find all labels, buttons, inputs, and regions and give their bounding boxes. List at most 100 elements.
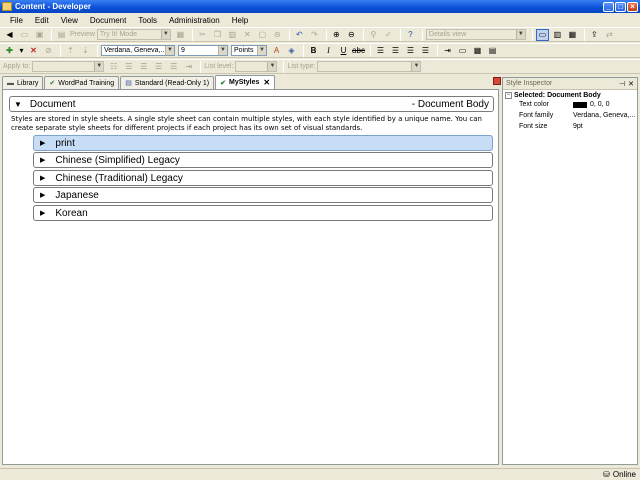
view-select[interactable]: Details view ▼ — [425, 29, 526, 40]
format-toolbar: ✚ ▾ ✕ ⊘ ⇡ ⇣ Verdana, Geneva,... ▼ 9 ▼ Po… — [0, 43, 640, 58]
justify-icon[interactable]: ☰ — [167, 61, 180, 73]
back-icon[interactable]: ◀ — [3, 29, 16, 41]
cut-icon[interactable]: ✂ — [196, 29, 209, 41]
paste-icon[interactable]: ▥ — [226, 29, 239, 41]
undo-icon[interactable]: ↶ — [293, 29, 306, 41]
delete-icon[interactable]: ✕ — [27, 45, 40, 57]
align-left-icon[interactable]: ☰ — [374, 45, 387, 57]
align-left-icon[interactable]: ☰ — [122, 61, 135, 73]
menu-administration[interactable]: Administration — [163, 16, 226, 25]
style-row-japanese[interactable]: ▶ Japanese — [33, 187, 493, 203]
inspector-header: Style Inspector ⊣ ✕ — [503, 78, 637, 90]
bold-icon[interactable]: B — [307, 45, 320, 57]
tab-wordpad-training[interactable]: ✔ WordPad Training — [44, 76, 120, 89]
layout-single-icon[interactable]: ▭ — [535, 28, 549, 41]
list-type-label: List type: — [287, 63, 316, 70]
align-center-icon[interactable]: ☰ — [137, 61, 150, 73]
indent-icon[interactable]: ⇥ — [441, 45, 454, 57]
preview-icon[interactable]: ▤ — [55, 29, 68, 41]
inspector-row-font-family: Font family Verdana, Geneva,... — [503, 110, 637, 121]
minimize-button[interactable]: _ — [603, 1, 614, 12]
mode-select[interactable]: Try It! Mode ▼ — [96, 29, 171, 40]
style-row-chinese-simplified[interactable]: ▶ Chinese (Simplified) Legacy — [33, 152, 493, 168]
collapsed-triangle-icon[interactable]: ▶ — [40, 156, 45, 164]
save-icon[interactable]: ▣ — [33, 29, 46, 41]
properties-icon[interactable]: ▢ — [256, 29, 269, 41]
table-icon[interactable]: ▦ — [471, 45, 484, 57]
close-panel-icon[interactable]: ✕ — [628, 80, 634, 88]
font-family-select[interactable]: Verdana, Geneva,... ▼ — [101, 45, 175, 56]
tab-standard[interactable]: ▤ Standard (Read-Only 1) — [120, 76, 215, 89]
move-down-icon[interactable]: ⇣ — [79, 45, 92, 57]
layout-split-icon[interactable]: ▥ — [551, 29, 564, 41]
collapsed-triangle-icon[interactable]: ▶ — [40, 191, 45, 199]
sync-icon[interactable]: ⇄ — [603, 29, 616, 41]
inspector-title: Style Inspector — [506, 80, 553, 87]
align-right-icon[interactable]: ☰ — [404, 45, 417, 57]
align-center-icon[interactable]: ☰ — [389, 45, 402, 57]
chevron-down-icon: ▼ — [411, 62, 421, 71]
add-icon[interactable]: ✚ — [3, 45, 16, 57]
copy-icon[interactable]: ❐ — [211, 29, 224, 41]
collapsed-triangle-icon[interactable]: ▶ — [40, 139, 45, 147]
style-row-chinese-traditional[interactable]: ▶ Chinese (Traditional) Legacy — [33, 170, 493, 186]
redo-icon[interactable]: ↷ — [308, 29, 321, 41]
tab-label: Library — [17, 79, 39, 87]
link-icon[interactable]: ⊝ — [271, 29, 284, 41]
add-dropdown-icon[interactable]: ▾ — [18, 45, 25, 57]
menu-help[interactable]: Help — [226, 16, 254, 25]
menu-edit[interactable]: Edit — [29, 16, 55, 25]
list-type-select[interactable]: ▼ — [317, 61, 422, 72]
pin-icon[interactable]: ⊣ — [619, 80, 625, 88]
menu-file[interactable]: File — [4, 16, 29, 25]
justify-icon[interactable]: ☰ — [419, 45, 432, 57]
close-tab-icon[interactable]: ✕ — [263, 78, 270, 87]
layout-columns-icon[interactable]: ▦ — [566, 29, 579, 41]
collapsed-triangle-icon[interactable]: ▶ — [40, 209, 45, 217]
open-icon[interactable]: ▭ — [18, 29, 31, 41]
spellcheck-icon[interactable]: ✓ — [382, 29, 395, 41]
print-icon[interactable]: ▦ — [174, 29, 187, 41]
indent-icon[interactable]: ⇥ — [182, 61, 195, 73]
size-unit-select[interactable]: Points ▼ — [231, 45, 267, 56]
disable-icon[interactable]: ⊘ — [42, 45, 55, 57]
expanded-triangle-icon[interactable]: ▼ — [14, 100, 22, 109]
font-size-select[interactable]: 9 ▼ — [178, 45, 228, 56]
style-row-korean[interactable]: ▶ Korean — [33, 205, 493, 221]
delete-icon[interactable]: ✕ — [241, 29, 254, 41]
strikethrough-icon[interactable]: abc — [352, 45, 365, 57]
maximize-button[interactable]: □ — [615, 1, 626, 12]
grid-icon[interactable]: ▤ — [486, 45, 499, 57]
help-icon[interactable]: ? — [404, 29, 417, 41]
close-button[interactable]: × — [627, 1, 638, 12]
tab-label: Standard (Read-Only 1) — [134, 79, 210, 87]
font-color-icon[interactable]: A — [270, 45, 283, 57]
fill-color-icon[interactable]: ◈ — [285, 45, 298, 57]
apply-to-select[interactable]: ▼ — [32, 61, 105, 72]
separator — [191, 28, 193, 41]
collapsed-triangle-icon[interactable]: ▶ — [40, 174, 45, 182]
menu-view[interactable]: View — [55, 16, 84, 25]
collapse-icon[interactable]: − — [505, 92, 512, 99]
find-icon[interactable]: ⚲ — [367, 29, 380, 41]
italic-icon[interactable]: I — [322, 45, 335, 57]
separator — [51, 28, 52, 41]
document-node[interactable]: ▼ Document - Document Body — [9, 96, 494, 112]
preview-label[interactable]: Preview — [70, 31, 95, 38]
expand-icon[interactable]: ⊕ — [330, 29, 343, 41]
tab-library[interactable]: ▬ Library — [2, 76, 44, 89]
collapse-icon[interactable]: ⊖ — [345, 29, 358, 41]
list-level-select[interactable]: ▼ — [235, 61, 278, 72]
menu-tools[interactable]: Tools — [132, 16, 163, 25]
publish-icon[interactable]: ⇪ — [588, 29, 601, 41]
border-icon[interactable]: ▭ — [456, 45, 469, 57]
move-up-icon[interactable]: ⇡ — [64, 45, 77, 57]
main-toolbar: ◀ ▭ ▣ ▤ Preview Try It! Mode ▼ ▦ ✂ ❐ ▥ ✕… — [0, 27, 640, 42]
align-right-icon[interactable]: ☰ — [152, 61, 165, 73]
chevron-down-icon: ▼ — [218, 46, 227, 55]
tab-mystyles[interactable]: ✔ MyStyles ✕ — [215, 75, 276, 89]
menu-document[interactable]: Document — [84, 16, 132, 25]
style-row-print[interactable]: ▶ print — [33, 135, 493, 151]
list-bullet-icon[interactable]: ☷ — [107, 61, 120, 73]
underline-icon[interactable]: U — [337, 45, 350, 57]
